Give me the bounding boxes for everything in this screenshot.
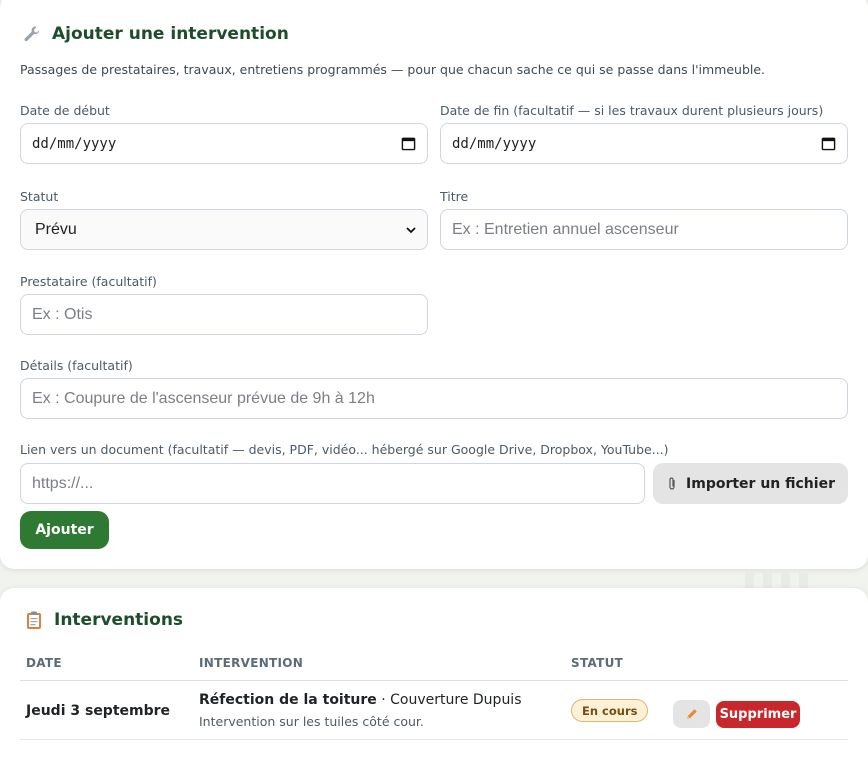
edit-button[interactable] bbox=[673, 700, 710, 728]
provider-input[interactable]: Ex : Otis bbox=[20, 294, 428, 335]
list-title: Interventions bbox=[54, 610, 184, 630]
row-intervention: Réfection de la toiture · Couverture Dup… bbox=[199, 692, 522, 708]
end-date-label: Date de fin (facultatif — si les travaux… bbox=[440, 103, 824, 118]
link-label: Lien vers un document (facultatif — devi… bbox=[20, 442, 669, 457]
column-header-status: STATUT bbox=[571, 656, 624, 670]
title-input[interactable]: Ex : Entretien annuel ascenseur bbox=[440, 209, 848, 250]
status-label: Statut bbox=[20, 189, 59, 204]
row-title: Réfection de la toiture bbox=[199, 692, 377, 708]
provider-label: Prestataire (facultatif) bbox=[20, 274, 157, 289]
paperclip-icon bbox=[669, 476, 675, 490]
status-select[interactable]: Prévu bbox=[20, 209, 428, 250]
add-button[interactable]: Ajouter bbox=[20, 511, 109, 549]
calendar-icon[interactable] bbox=[821, 136, 836, 151]
wrench-icon bbox=[24, 26, 40, 42]
row-date: Jeudi 3 septembre bbox=[26, 703, 171, 719]
status-badge: En cours bbox=[571, 699, 649, 722]
chevron-down-icon bbox=[406, 226, 416, 233]
list-header: Interventions bbox=[24, 610, 183, 630]
details-input[interactable]: Ex : Coupure de l'ascenseur prévue de 9h… bbox=[20, 378, 848, 419]
pencil-icon bbox=[686, 709, 697, 719]
upload-file-label: Importer un fichier bbox=[686, 475, 835, 492]
row-details: Intervention sur les tuiles côté cour. bbox=[199, 714, 424, 729]
form-header: Ajouter une intervention bbox=[22, 24, 289, 44]
details-label: Détails (facultatif) bbox=[20, 358, 133, 373]
calendar-icon[interactable] bbox=[401, 136, 416, 151]
start-date-label: Date de début bbox=[20, 103, 110, 118]
end-date-value: dd/mm/yyyy bbox=[452, 135, 537, 152]
status-select-value: Prévu bbox=[35, 220, 77, 238]
clipboard-icon bbox=[27, 611, 41, 629]
form-intro: Passages de prestataires, travaux, entre… bbox=[20, 62, 766, 77]
column-header-date: DATE bbox=[26, 656, 62, 670]
end-date-input[interactable]: dd/mm/yyyy bbox=[440, 123, 848, 164]
title-label: Titre bbox=[440, 189, 469, 204]
row-separator: · bbox=[376, 692, 391, 708]
upload-file-button[interactable]: Importer un fichier bbox=[653, 463, 848, 504]
header-divider bbox=[20, 680, 848, 681]
form-title: Ajouter une intervention bbox=[52, 24, 289, 44]
row-divider bbox=[20, 739, 848, 740]
decorative-bars bbox=[738, 572, 814, 588]
column-header-intervention: INTERVENTION bbox=[199, 656, 304, 670]
delete-button[interactable]: Supprimer bbox=[716, 701, 800, 728]
row-provider: Couverture Dupuis bbox=[390, 692, 522, 708]
start-date-input[interactable]: dd/mm/yyyy bbox=[20, 123, 428, 164]
start-date-value: dd/mm/yyyy bbox=[32, 135, 117, 152]
link-input[interactable]: https://... bbox=[20, 463, 645, 504]
